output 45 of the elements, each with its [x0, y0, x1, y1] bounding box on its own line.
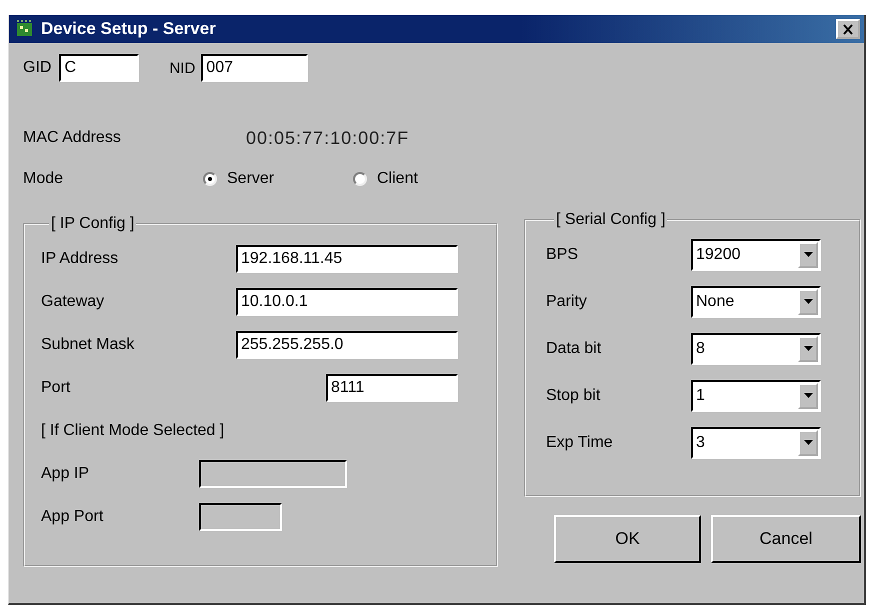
gid-field[interactable]: C: [59, 54, 140, 82]
dropdown-arrow-icon: [804, 252, 812, 257]
field-label: Subnet Mask: [41, 336, 134, 354]
field-label: App Port: [41, 508, 104, 526]
dropdown[interactable]: 19200: [691, 238, 821, 270]
dropdown[interactable]: 3: [691, 426, 821, 458]
field-label: MAC Address: [23, 129, 122, 147]
dropdown-arrow-icon: [804, 346, 812, 351]
dropdown-arrow-icon: [804, 299, 812, 304]
group-title: [ IP Config ]: [50, 215, 136, 233]
field-label: Mode: [23, 170, 64, 188]
field-label: NID: [169, 60, 196, 76]
dropdown[interactable]: None: [691, 286, 821, 318]
section-note: [ If Client Mode Selected ]: [41, 420, 226, 440]
dialog-button[interactable]: Cancel: [711, 515, 861, 563]
field-label: Stop bit: [546, 386, 602, 404]
dropdown-arrow-icon: [804, 440, 812, 445]
field-label: GID: [23, 59, 52, 77]
close-icon: [842, 24, 854, 34]
dropdown-arrow-icon: [804, 393, 812, 398]
circuit-board-icon: [15, 20, 35, 38]
field-label: Exp Time: [546, 434, 614, 452]
radio-option[interactable]: Server: [203, 170, 353, 188]
field-label: Parity: [546, 292, 588, 310]
field-label: Gateway: [41, 292, 104, 310]
radio-button[interactable]: [353, 172, 367, 186]
close-button[interactable]: [836, 19, 860, 39]
input-field[interactable]: 8111: [326, 374, 458, 402]
dialog-button[interactable]: OK: [554, 515, 701, 563]
input-field[interactable]: 10.10.0.1: [236, 288, 458, 316]
input-field[interactable]: 255.255.255.0: [236, 330, 458, 358]
group-title: [ Serial Config ]: [555, 211, 666, 229]
radio-button[interactable]: [203, 172, 217, 186]
field-label: Port: [41, 378, 70, 396]
window-title: Device Setup - Server: [41, 19, 217, 39]
dropdown[interactable]: 1: [691, 380, 821, 412]
field-label: IP Address: [41, 250, 118, 268]
radio-option[interactable]: Client: [353, 170, 503, 188]
nid-field[interactable]: 007: [201, 54, 308, 82]
mac-address-value: 00:05:77:10:00:7F: [246, 128, 410, 148]
field-label: App IP: [41, 464, 90, 482]
dropdown[interactable]: 8: [691, 332, 821, 364]
field-label: Data bit: [546, 340, 602, 358]
field-label: BPS: [546, 246, 580, 264]
input-field[interactable]: 192.168.11.45: [236, 244, 458, 272]
